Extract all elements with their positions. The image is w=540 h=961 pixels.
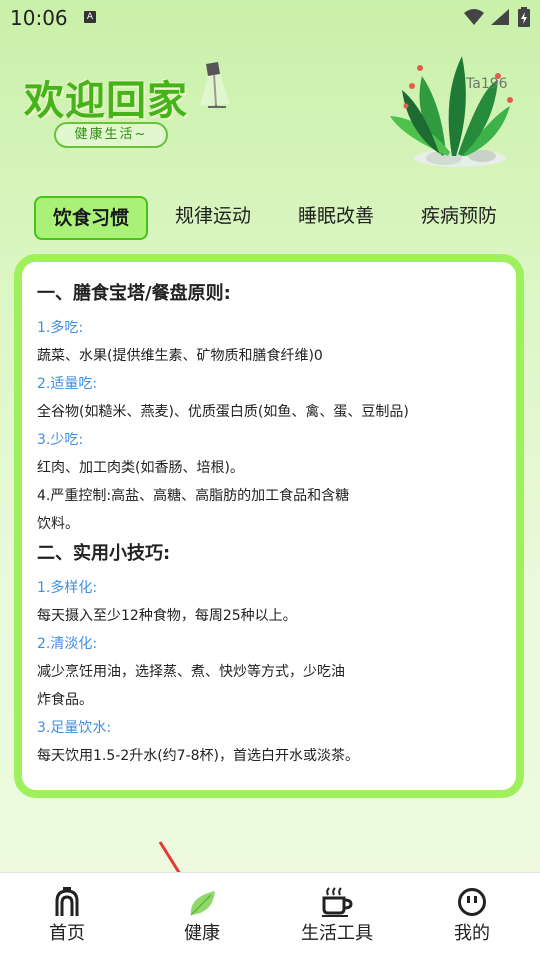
- subheading: 3.少吃:: [37, 432, 84, 448]
- plant-illustration-icon: [390, 56, 513, 167]
- nav-life-tools[interactable]: 生活工具: [287, 885, 387, 945]
- decor-label: Ta196: [466, 76, 508, 92]
- subheading: 3.足量饮水:: [37, 720, 112, 736]
- bottom-nav: 首页 健康 生活工具 我的: [0, 872, 540, 961]
- subheading: 1.多样化:: [37, 580, 98, 596]
- paragraph: 每天摄入至少12种食物，每周25种以上。: [37, 608, 297, 624]
- page-title: 欢迎回家: [24, 78, 188, 124]
- tab-regular-exercise[interactable]: 规律运动: [163, 196, 263, 236]
- tab-sleep-improvement[interactable]: 睡眠改善: [286, 196, 386, 236]
- wifi-icon: [464, 9, 484, 25]
- signal-icon: [491, 9, 509, 25]
- paragraph: 4.严重控制:高盐、高糖、高脂肪的加工食品和含糖: [37, 488, 350, 504]
- battery-charging-icon: [518, 7, 530, 27]
- subheading: 2.清淡化:: [37, 636, 98, 652]
- home-icon: [55, 887, 79, 916]
- nav-health-label: 健康: [184, 923, 220, 944]
- nav-mine-label: 我的: [454, 923, 490, 944]
- face-icon: [458, 888, 486, 916]
- lamp-icon: [200, 62, 230, 108]
- paragraph: 红肉、加工肉类(如香肠、培根)。: [37, 460, 244, 476]
- nav-mine[interactable]: 我的: [422, 885, 522, 945]
- status-time: 10:06: [10, 6, 68, 30]
- leaf-icon: [190, 891, 215, 916]
- paragraph: 饮料。: [37, 516, 79, 532]
- category-tabs: 饮食习惯 规律运动 睡眠改善 疾病预防: [0, 196, 540, 240]
- nav-life-tools-label: 生活工具: [301, 923, 373, 944]
- tab-diet-habits[interactable]: 饮食习惯: [34, 196, 148, 240]
- paragraph: 全谷物(如糙米、燕麦)、优质蛋白质(如鱼、禽、蛋、豆制品): [37, 404, 409, 420]
- nav-health[interactable]: 健康: [152, 885, 252, 945]
- nav-home[interactable]: 首页: [17, 885, 117, 945]
- paragraph: 蔬菜、水果(提供维生素、矿物质和膳食纤维)0: [37, 348, 323, 364]
- section-title: 二、实用小技巧:: [37, 543, 171, 564]
- tab-disease-prevention[interactable]: 疾病预防: [409, 196, 509, 236]
- header-banner: 欢迎回家 健康生活~ Ta196: [0, 36, 540, 196]
- paragraph: 炸食品。: [37, 692, 93, 708]
- content-card: 一、膳食宝塔/餐盘原则: 1.多吃: 蔬菜、水果(提供维生素、矿物质和膳食纤维)…: [14, 254, 524, 798]
- status-bar: 10:06 A: [0, 0, 540, 36]
- notification-a-icon: A: [84, 11, 96, 23]
- paragraph: 减少烹饪用油，选择蒸、煮、快炒等方式，少吃油: [37, 664, 345, 680]
- paragraph: 每天饮用1.5-2升水(约7-8杯)，首选白开水或淡茶。: [37, 748, 360, 764]
- subheading: 1.多吃:: [37, 320, 84, 336]
- coffee-cup-icon: [322, 887, 353, 917]
- subtitle-badge: 健康生活~: [54, 122, 168, 148]
- section-title: 一、膳食宝塔/餐盘原则:: [37, 283, 231, 304]
- content-body: 一、膳食宝塔/餐盘原则: 1.多吃: 蔬菜、水果(提供维生素、矿物质和膳食纤维)…: [37, 280, 506, 770]
- nav-home-label: 首页: [49, 923, 85, 944]
- subheading: 2.适量吃:: [37, 376, 98, 392]
